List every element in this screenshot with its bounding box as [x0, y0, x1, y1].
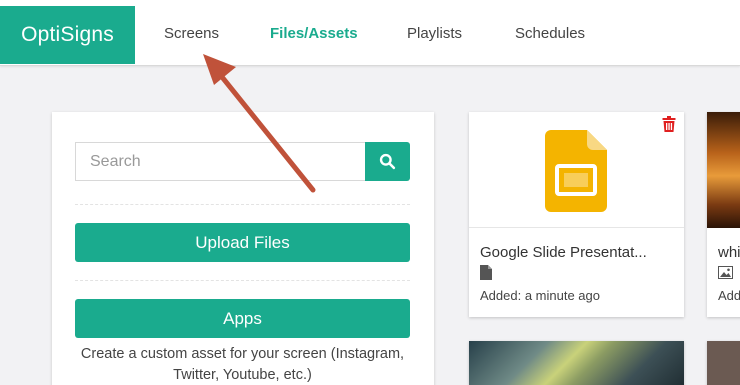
- asset-actions-panel: Upload Files Apps Create a custom asset …: [52, 112, 434, 385]
- asset-title[interactable]: whi: [718, 244, 740, 261]
- asset-added-time: Added: a minute ago: [480, 288, 600, 303]
- nav-tab-playlists[interactable]: Playlists: [407, 25, 462, 42]
- asset-card[interactable]: [469, 341, 684, 385]
- asset-card[interactable]: [707, 341, 740, 385]
- divider: [75, 280, 410, 281]
- apps-description: Create a custom asset for your screen (I…: [80, 346, 405, 383]
- nav-tab-files-assets[interactable]: Files/Assets: [270, 25, 358, 42]
- image-icon: [718, 266, 733, 284]
- delete-button[interactable]: [662, 116, 676, 137]
- asset-card[interactable]: whi Add: [707, 112, 740, 317]
- search-icon: [379, 153, 396, 170]
- asset-thumbnail[interactable]: [707, 112, 740, 228]
- search-button[interactable]: [365, 142, 410, 181]
- asset-thumbnail[interactable]: [469, 341, 684, 385]
- brand-logo[interactable]: OptiSigns: [0, 6, 135, 64]
- nav-tab-screens[interactable]: Screens: [164, 25, 219, 42]
- google-slides-icon: [545, 130, 607, 212]
- asset-card[interactable]: Google Slide Presentat... Added: a minut…: [469, 112, 684, 317]
- trash-icon: [662, 116, 676, 132]
- asset-title[interactable]: Google Slide Presentat...: [480, 244, 647, 261]
- nav-tab-schedules[interactable]: Schedules: [515, 25, 585, 42]
- top-nav-bar: OptiSigns Screens Files/Assets Playlists…: [0, 0, 740, 66]
- apps-button[interactable]: Apps: [75, 299, 410, 338]
- divider: [75, 204, 410, 205]
- file-icon: [480, 265, 492, 285]
- search-input[interactable]: [75, 142, 366, 181]
- asset-thumbnail[interactable]: [469, 112, 684, 228]
- upload-files-button[interactable]: Upload Files: [75, 223, 410, 262]
- asset-added-time: Add: [718, 288, 740, 303]
